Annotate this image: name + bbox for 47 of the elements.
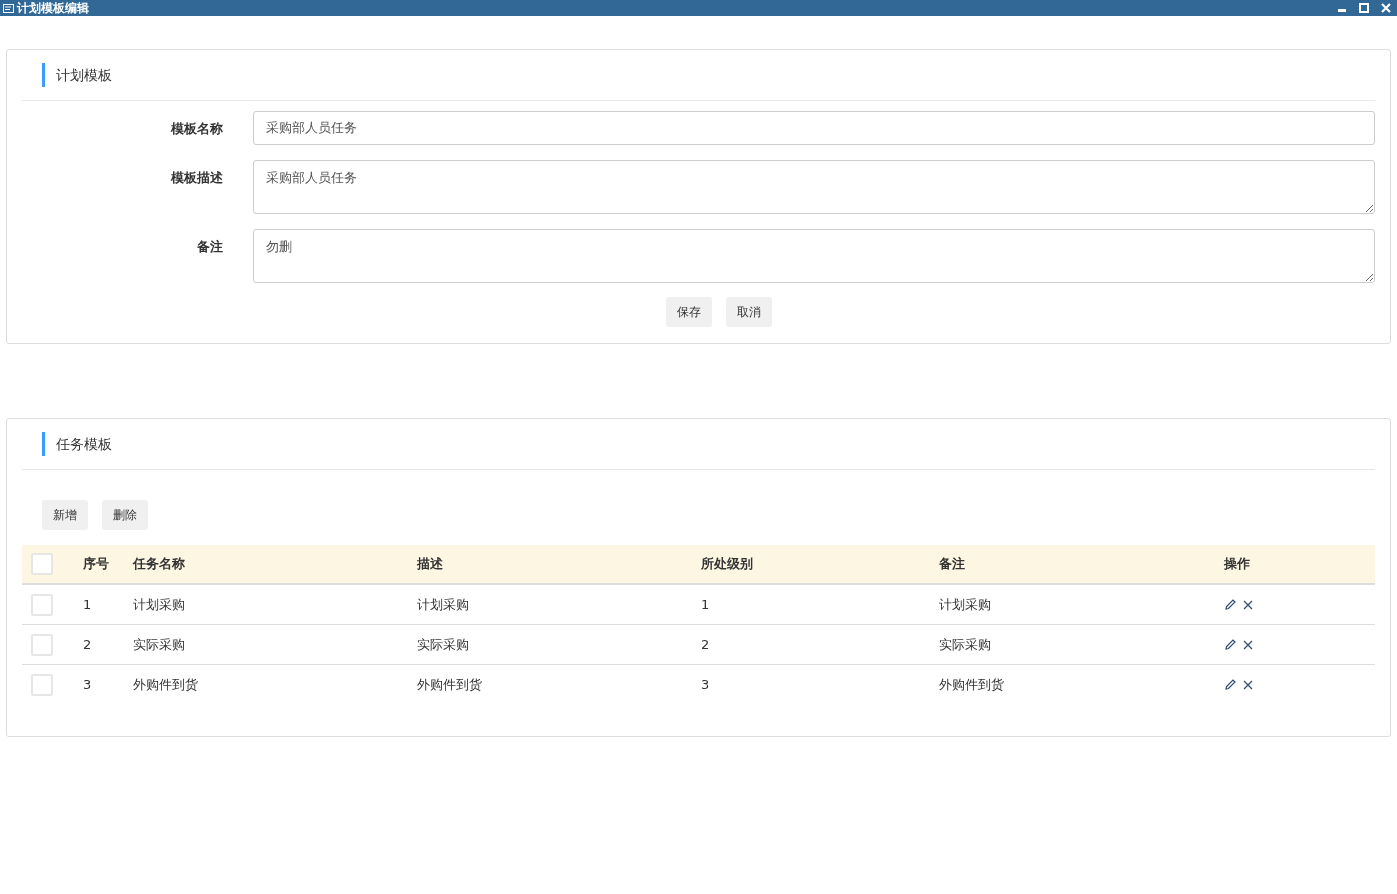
table-cell: 2	[83, 637, 92, 652]
table-cell: 3	[701, 677, 710, 692]
column-header: 操作	[1224, 555, 1250, 573]
column-header: 任务名称	[133, 555, 185, 573]
edit-icon[interactable]	[1224, 598, 1237, 611]
table-cell: 实际采购	[133, 635, 185, 654]
table-cell: 外购件到货	[133, 675, 198, 694]
table-cell: 计划采购	[133, 595, 185, 614]
text-area[interactable]: 勿删	[253, 229, 1375, 283]
column-header: 所处级别	[701, 555, 753, 573]
window-icon	[3, 3, 14, 13]
table-cell: 实际采购	[417, 635, 469, 654]
row-checkbox[interactable]	[31, 673, 53, 696]
form-button[interactable]: 保存	[665, 297, 712, 327]
field-label: 备注	[196, 238, 223, 256]
input-field[interactable]: 采购部人员任务	[253, 111, 1375, 145]
table-cell: 外购件到货	[939, 675, 1004, 694]
table-cell: 外购件到货	[417, 675, 482, 694]
table-cell: 1	[701, 597, 710, 612]
field-label: 模板名称	[169, 120, 223, 138]
select-all-checkbox[interactable]	[31, 553, 53, 575]
edit-icon[interactable]	[1224, 638, 1237, 651]
table-cell: 计划采购	[417, 595, 469, 614]
maximize-icon[interactable]	[1359, 3, 1369, 13]
table-cell: 3	[83, 677, 92, 692]
toolbar-button[interactable]: 新增	[42, 500, 88, 530]
field-label: 模板描述	[169, 169, 223, 187]
delete-icon[interactable]	[1243, 639, 1253, 650]
table-cell: 2	[701, 637, 710, 652]
text-area[interactable]: 采购部人员任务	[253, 160, 1375, 214]
table-cell: 实际采购	[939, 635, 991, 654]
column-header: 序号	[83, 555, 109, 573]
toolbar-button[interactable]: 删除	[102, 500, 148, 530]
row-checkbox[interactable]	[31, 633, 53, 656]
column-header: 备注	[939, 555, 965, 573]
close-icon[interactable]	[1381, 3, 1391, 13]
delete-icon[interactable]	[1243, 679, 1253, 690]
edit-icon[interactable]	[1224, 678, 1237, 691]
form-button[interactable]: 取消	[725, 297, 772, 327]
table-cell: 计划采购	[939, 595, 991, 614]
panel-title: 计划模板	[42, 63, 112, 87]
row-checkbox[interactable]	[31, 593, 53, 616]
delete-icon[interactable]	[1243, 599, 1253, 610]
column-header: 描述	[417, 555, 443, 573]
panel-title: 任务模板	[42, 432, 112, 456]
table-cell: 1	[83, 597, 92, 612]
window-title: 计划模板编辑	[17, 0, 89, 16]
